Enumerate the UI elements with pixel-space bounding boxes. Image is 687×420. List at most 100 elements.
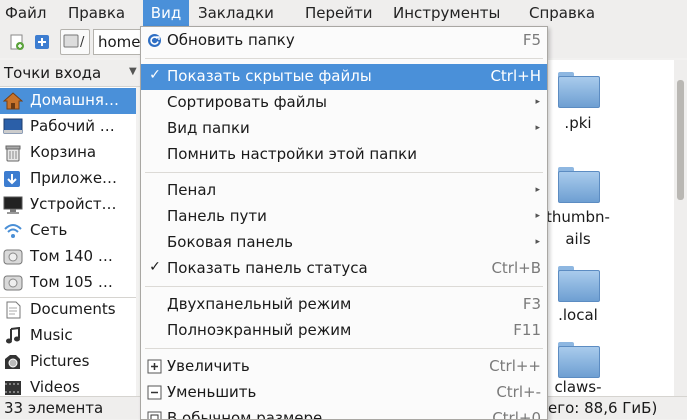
view-menu: Обновить папку F5 ✓ Показать скрытые фай… [140, 26, 548, 420]
sidebar-item-devices[interactable]: Устройст… [0, 192, 136, 218]
folder-label: claws- [554, 378, 602, 396]
menu-item-remember-settings[interactable]: Помнить настройки этой папки [141, 142, 547, 168]
videos-icon [3, 379, 23, 397]
menu-item-shortcut: Ctrl+B [491, 259, 541, 277]
sidebar-header-label: Точки входа [4, 64, 102, 82]
menu-help[interactable]: Справка [529, 0, 609, 26]
root-path-button[interactable]: / [60, 29, 90, 55]
menu-item-shortcut: F11 [513, 321, 541, 339]
sidebar-item-label: Устройст… [30, 195, 117, 213]
folder-icon[interactable] [558, 72, 600, 108]
path-home-button[interactable]: home [93, 29, 141, 55]
menu-item-folder-view[interactable]: Вид папки ▸ [141, 116, 547, 142]
drive-icon: / [63, 34, 85, 50]
free-space: его: 88,6 ГиБ) [548, 399, 658, 417]
refresh-icon [147, 33, 162, 48]
menu-item-label: Увеличить [167, 357, 250, 375]
submenu-arrow-icon: ▸ [535, 211, 540, 221]
folder-icon[interactable] [558, 342, 600, 378]
menu-item-shortcut: F5 [522, 31, 541, 49]
folder-label: .pki [564, 114, 592, 132]
menu-item-fullscreen[interactable]: Полноэкранный режим F11 [141, 318, 547, 344]
menu-item-side-pane[interactable]: Боковая панель ▸ [141, 230, 547, 256]
file-view-scrollbar[interactable] [674, 60, 687, 396]
menubar: Файл Правка Вид Закладки Перейти Инструм… [0, 0, 687, 26]
network-icon [3, 222, 23, 240]
menu-item-shortcut: F3 [522, 295, 541, 313]
submenu-arrow-icon: ▸ [535, 185, 540, 195]
menu-separator [145, 286, 543, 287]
menu-item-show-hidden[interactable]: ✓ Показать скрытые файлы Ctrl+H [141, 64, 547, 90]
menu-item-dual-pane[interactable]: Двухпанельный режим F3 [141, 292, 547, 318]
document-icon [3, 301, 23, 319]
menu-item-label: Полноэкранный режим [167, 321, 352, 339]
new-tab-icon[interactable] [9, 34, 25, 50]
sidebar-item-label: Videos [30, 378, 80, 396]
menu-bookmarks[interactable]: Закладки [198, 0, 292, 26]
desktop-icon [3, 118, 23, 136]
checkmark-icon: ✓ [149, 67, 161, 83]
sidebar-item-label: Корзина [30, 143, 97, 161]
home-icon [2, 92, 24, 110]
menu-file[interactable]: Файл [5, 0, 55, 26]
sidebar-item-pictures[interactable]: Pictures [0, 349, 136, 375]
menu-tools[interactable]: Инструменты [393, 0, 517, 26]
zoom-out-icon [147, 385, 162, 400]
menu-edit[interactable]: Правка [68, 0, 134, 26]
zoom-in-icon [147, 359, 162, 374]
new-window-icon[interactable] [34, 34, 50, 50]
folder-icon[interactable] [558, 167, 600, 203]
menu-item-shortcut: Ctrl++ [489, 357, 541, 375]
menu-separator [145, 172, 543, 173]
sidebar-item-volume-105[interactable]: Том 105 … [0, 270, 136, 296]
menu-item-show-statusbar[interactable]: ✓ Показать панель статуса Ctrl+B [141, 256, 547, 282]
menu-item-shortcut: Ctrl+- [496, 383, 541, 401]
sidebar-item-label: Pictures [30, 352, 90, 370]
menu-item-label: Обновить папку [167, 31, 295, 49]
sidebar-item-network[interactable]: Сеть [0, 218, 136, 244]
sidebar-item-home[interactable]: Домашня… [0, 88, 136, 114]
menu-item-shortcut: Ctrl+H [490, 67, 541, 85]
menu-item-zoom-in[interactable]: Увеличить Ctrl++ [141, 354, 547, 380]
sidebar-header[interactable]: Точки входа ▼ [0, 60, 148, 87]
menu-separator [145, 58, 543, 59]
sidebar-item-label: Music [30, 326, 73, 344]
menu-item-label: Показать скрытые файлы [167, 67, 372, 85]
menu-item-label: Показать панель статуса [167, 259, 368, 277]
menu-item-path-bar[interactable]: Панель пути ▸ [141, 204, 547, 230]
drive-icon [3, 274, 23, 292]
menu-item-toolbar[interactable]: Пенал ▸ [141, 178, 547, 204]
menu-item-label: Пенал [167, 181, 217, 199]
submenu-arrow-icon: ▸ [535, 97, 540, 107]
menu-item-refresh[interactable]: Обновить папку F5 [141, 28, 547, 54]
sidebar-item-music[interactable]: Music [0, 323, 136, 349]
menu-go[interactable]: Перейти [305, 0, 381, 26]
item-count: 33 элемента [4, 399, 104, 417]
menu-item-sort-files[interactable]: Сортировать файлы ▸ [141, 90, 547, 116]
menu-item-zoom-out[interactable]: Уменьшить Ctrl+- [141, 380, 547, 406]
sidebar-item-desktop[interactable]: Рабочий … [0, 114, 136, 140]
svg-text:/: / [80, 35, 85, 50]
folder-icon[interactable] [558, 266, 600, 302]
sidebar-item-trash[interactable]: Корзина [0, 140, 136, 166]
checkmark-icon: ✓ [149, 259, 161, 275]
menu-view[interactable]: Вид [143, 0, 189, 26]
pictures-icon [3, 353, 23, 371]
chevron-down-icon: ▼ [129, 66, 137, 77]
menu-item-label: Боковая панель [167, 233, 293, 251]
menu-item-label: Двухпанельный режим [167, 295, 352, 313]
sidebar-item-label: Том 105 … [30, 273, 113, 291]
sidebar-item-label: Сеть [30, 221, 68, 239]
sidebar-item-documents[interactable]: Documents [0, 297, 136, 323]
menu-item-label: Вид папки [167, 119, 250, 137]
submenu-arrow-icon: ▸ [535, 123, 540, 133]
music-icon [3, 326, 23, 345]
sidebar-item-label: Рабочий … [30, 117, 115, 135]
menu-item-label: Панель пути [167, 207, 267, 225]
scrollbar-thumb[interactable] [677, 80, 684, 200]
folder-label: .local [558, 306, 598, 324]
sidebar-item-label: Том 140 … [30, 247, 113, 265]
sidebar-item-volume-140[interactable]: Том 140 … [0, 244, 136, 270]
sidebar-item-applications[interactable]: Приложе… [0, 166, 136, 192]
menu-item-label: Уменьшить [167, 383, 257, 401]
